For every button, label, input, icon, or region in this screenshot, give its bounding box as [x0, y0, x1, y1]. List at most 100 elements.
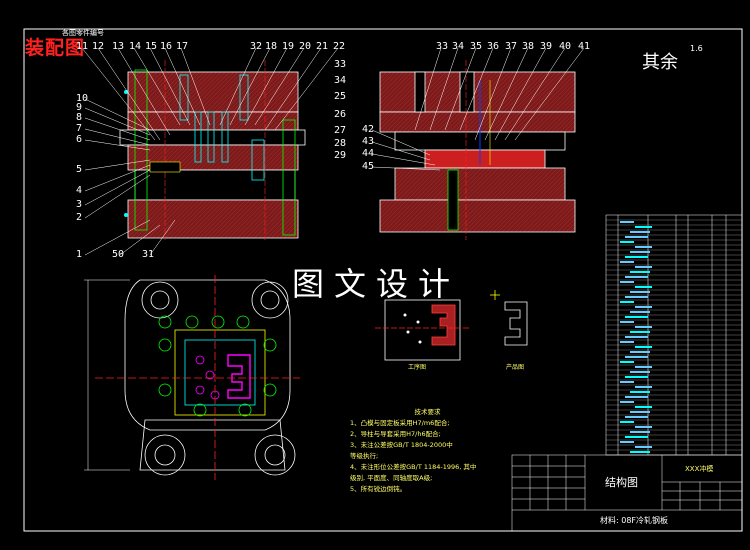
parts-list-cell-text	[630, 311, 650, 313]
parts-list-cell-text	[635, 246, 652, 248]
parts-list-cell-text	[630, 411, 650, 413]
right-callout: 42	[362, 124, 375, 135]
left-callout: 6	[76, 134, 83, 145]
material-note: 材料: 08F冷轧钢板	[600, 516, 669, 525]
left-callout: 16	[160, 41, 173, 52]
parts-list-cell-text	[625, 256, 648, 258]
plan-view	[84, 275, 300, 480]
tech-item: 等级执行;	[350, 452, 379, 460]
parts-list-cell-text	[625, 416, 648, 418]
right-callout: 40	[559, 41, 572, 52]
process-diagram	[375, 299, 470, 361]
parts-list-cell-text	[630, 291, 650, 293]
parts-list-cell-text	[635, 326, 652, 328]
part-caption: 产品图	[506, 364, 525, 371]
right-callout: 44	[362, 148, 375, 159]
left-callout: 15	[145, 41, 158, 52]
parts-list-cell-text	[620, 221, 634, 223]
parts-list-cell-text	[625, 376, 648, 378]
left-callout: 11	[76, 41, 89, 52]
left-callout: 33	[334, 59, 347, 70]
parts-list-cell-text	[620, 281, 634, 283]
watermark-text: 图文设计	[292, 265, 461, 303]
left-callout: 2	[76, 212, 83, 223]
right-callout: 33	[436, 41, 449, 52]
right-callout: 39	[540, 41, 553, 52]
left-callout: 14	[129, 41, 142, 52]
right-callout: 43	[362, 136, 375, 147]
tech-item: 级别, 平面度、同轴度取A级;	[350, 474, 433, 482]
parts-list-cell-text	[630, 391, 650, 393]
left-callout: 19	[282, 41, 295, 52]
left-callout: 5	[76, 164, 83, 175]
parts-list-cell-text	[635, 266, 652, 268]
parts-list-cell-text	[620, 421, 634, 423]
left-callout: 29	[334, 150, 347, 161]
left-callout: 50	[112, 249, 125, 260]
parts-list-cell-text	[630, 331, 650, 333]
parts-list-cell-text	[620, 361, 634, 363]
parts-list-cell-text	[625, 276, 648, 278]
left-callout: 28	[334, 138, 347, 149]
left-section-view	[119, 60, 306, 240]
tech-item: 1、凸模与固定板采用H7/m6配合;	[350, 419, 450, 427]
parts-list-cell-text	[635, 306, 652, 308]
parts-list-cell-text	[635, 226, 652, 228]
parts-list-cell-text	[620, 401, 634, 403]
left-callout: 21	[316, 41, 329, 52]
left-callout: 3	[76, 199, 83, 210]
parts-list-cell-text	[625, 316, 648, 318]
tech-item: 4、未注形位公差按GB/T 1184-1996, 其中	[350, 463, 477, 471]
tech-item: 2、导柱与导套采用H7/h6配合;	[350, 430, 441, 438]
left-callout: 18	[265, 41, 278, 52]
parts-list-cell-text	[625, 436, 648, 438]
part-drawing	[490, 290, 528, 346]
parts-list-cell-text	[620, 441, 634, 443]
parts-list-rows	[606, 219, 742, 453]
parts-list-cell-text	[635, 446, 652, 448]
parts-list-cell-text	[625, 356, 648, 358]
parts-list-cell-text	[635, 386, 652, 388]
tech-title: 技术要求	[414, 408, 441, 416]
tech-item: 5、所有锐边倒钝。	[350, 485, 407, 493]
left-callout: 17	[176, 41, 189, 52]
parts-list-cell-text	[635, 366, 652, 368]
left-callout: 20	[299, 41, 312, 52]
parts-list-cell-text	[625, 336, 648, 338]
left-callout: 25	[334, 91, 347, 102]
tech-item: 3、未注公差按GB/T 1804-2000中	[350, 441, 453, 449]
parts-list-cell-text	[630, 251, 650, 253]
left-callout: 22	[333, 41, 346, 52]
left-callout: 12	[92, 41, 105, 52]
drawing-number: XXX冲模	[685, 465, 714, 473]
right-callout: 37	[505, 41, 518, 52]
right-callout: 34	[452, 41, 465, 52]
left-callout: 32	[250, 41, 263, 52]
left-callout: 7	[76, 123, 83, 134]
process-caption: 工序图	[408, 364, 427, 371]
parts-list-cell-text	[620, 321, 634, 323]
parts-list-cell-text	[625, 296, 648, 298]
left-callout: 1	[76, 249, 83, 260]
parts-list-cell-text	[630, 351, 650, 353]
parts-list-cell-text	[635, 426, 652, 428]
parts-list-cell-text	[635, 406, 652, 408]
right-callout: 38	[522, 41, 535, 52]
tech-requirements: 技术要求 1、凸模与固定板采用H7/m6配合; 2、导柱与导套采用H7/h6配合…	[350, 407, 505, 495]
parts-list-cell-text	[635, 286, 652, 288]
left-callout: 4	[76, 185, 83, 196]
top-note: 各图零件编号	[62, 29, 104, 37]
parts-list-cell-text	[630, 431, 650, 433]
parts-list-cell-text	[625, 236, 648, 238]
right-callout: 35	[470, 41, 483, 52]
left-callout: 26	[334, 109, 347, 120]
parts-list-cell-text	[620, 301, 634, 303]
parts-list-cell-text	[630, 231, 650, 233]
parts-list-cell-text	[630, 271, 650, 273]
right-callout: 45	[362, 161, 375, 172]
left-callout: 31	[142, 249, 155, 260]
right-callout: 41	[578, 41, 591, 52]
parts-list-cell-text	[635, 346, 652, 348]
parts-list-cell-text	[625, 396, 648, 398]
left-callout: 34	[334, 75, 347, 86]
